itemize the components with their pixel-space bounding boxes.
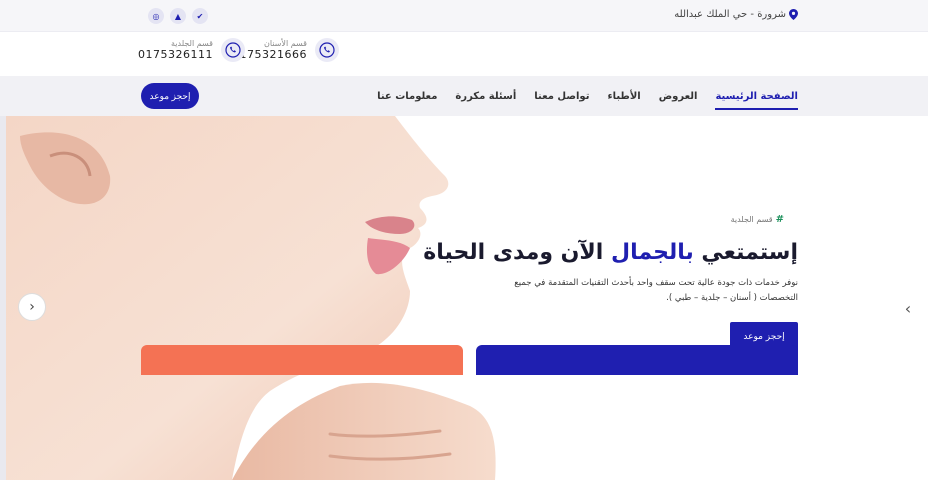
contact-dental[interactable]: قسم الأسنان 0175321666 [232,38,339,62]
nav-item-faq[interactable]: أسئلة مكررة [455,76,516,116]
headline-highlight: بالجمال [611,240,694,265]
nav-item-about[interactable]: معلومات عنا [377,76,437,116]
location-pin-icon [789,9,798,20]
nav-item-contact[interactable]: تواصل معنا [534,76,589,116]
chevron-right-icon: › [904,298,912,318]
feature-card-orange [141,345,463,375]
slider-prev-button[interactable]: ‹ [18,293,46,321]
contact-number[interactable]: 0175326111 [138,48,213,61]
instagram-icon[interactable]: ◎ [148,8,164,24]
nav-item-doctors[interactable]: الأطباء [607,76,640,116]
location: شرورة - حي الملك عبدالله [674,9,798,20]
phone-icon [221,38,245,62]
hero-eyebrow: # قسم الجلدية [731,214,784,225]
book-appointment-button[interactable]: إحجز موعد [141,83,199,109]
page-edge [0,116,6,480]
nav-item-home[interactable]: الصفحة الرئيسية [715,76,798,116]
hero-eyebrow-text: قسم الجلدية [730,215,773,224]
feature-card-blue [476,345,798,375]
headline-pre: إستمتعي [693,240,798,265]
contact-bar: قسم الأسنان 0175321666 قسم الجلدية 01753… [0,32,928,76]
social-links: ◎ ▲ ✔ [148,8,208,24]
contact-label: قسم الأسنان [263,39,307,48]
slider-next-button[interactable]: › [898,296,918,320]
hero-slider: # قسم الجلدية إستمتعي بالجمال الآن ومدى … [0,116,928,480]
hero-image [0,116,496,480]
headline-post: الآن ومدى الحياة [423,240,612,265]
nav-menu: الصفحة الرئيسية العروض الأطباء تواصل معن… [377,76,798,116]
main-navbar: الصفحة الرئيسية العروض الأطباء تواصل معن… [0,76,928,116]
chevron-left-icon: ‹ [29,299,35,315]
location-text: شرورة - حي الملك عبدالله [674,9,786,20]
top-info-bar: شرورة - حي الملك عبدالله ◎ ▲ ✔ [0,0,928,32]
snapchat-icon[interactable]: ▲ [170,8,186,24]
hash-icon: # [775,214,784,225]
twitter-icon[interactable]: ✔ [192,8,208,24]
hero-description: نوفر خدمات ذات جودة عالية تحت سقف واحد ب… [514,278,798,303]
contact-dermatology[interactable]: قسم الجلدية 0175326111 [138,38,245,62]
nav-item-offers[interactable]: العروض [659,76,698,116]
contact-label: قسم الجلدية [170,39,213,48]
hero-headline: إستمتعي بالجمال الآن ومدى الحياة [423,240,798,265]
phone-icon [315,38,339,62]
